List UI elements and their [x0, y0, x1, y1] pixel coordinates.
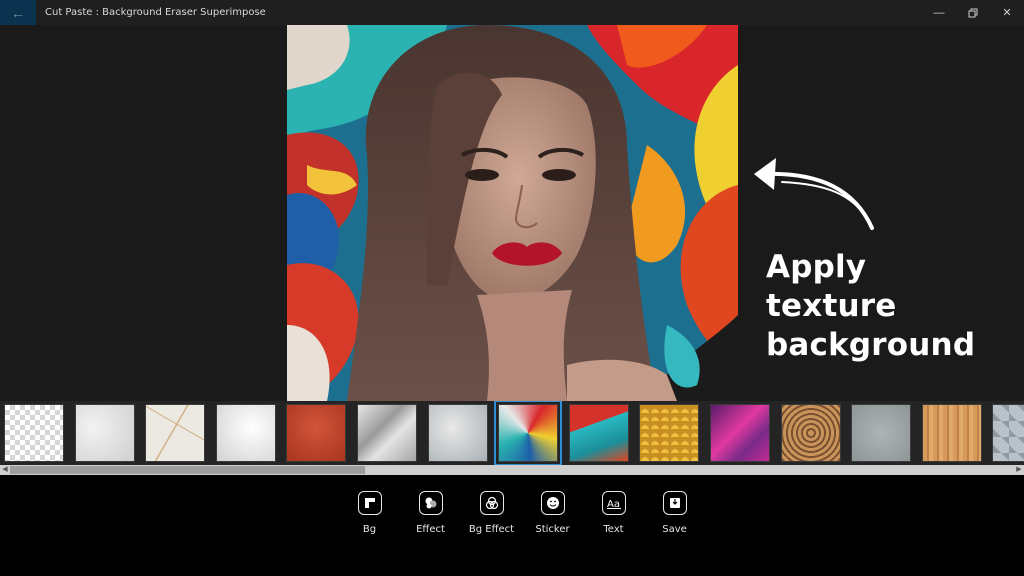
curved-arrow-icon: [754, 158, 874, 230]
save-icon: [662, 491, 687, 515]
minimize-button[interactable]: —: [922, 0, 956, 25]
texture-thumb-red-leather[interactable]: [286, 404, 347, 462]
window-title: Cut Paste : Background Eraser Superimpos…: [45, 7, 266, 18]
effect-icon: [418, 491, 443, 515]
texture-thumb-tree-rings[interactable]: [780, 404, 841, 462]
texture-list: [4, 401, 1024, 465]
bg-effect-icon: [479, 491, 504, 515]
arrow-left-icon: ←: [11, 4, 25, 21]
restore-icon: [968, 8, 978, 17]
tool-save-button[interactable]: Save: [644, 491, 705, 535]
texture-thumb-red-teal-paint[interactable]: [568, 404, 629, 462]
back-button[interactable]: ←: [0, 0, 36, 25]
composited-photo: [287, 25, 738, 401]
texture-strip: [0, 401, 1024, 465]
texture-thumb-silver-texture[interactable]: [427, 404, 488, 462]
texture-thumb-pink-silk[interactable]: [709, 404, 770, 462]
title-bar: ← Cut Paste : Background Eraser Superimp…: [0, 0, 1024, 25]
texture-thumb-light-wood[interactable]: [921, 404, 982, 462]
texture-thumb-gold-scales[interactable]: [639, 404, 700, 462]
annotation-line-2: background: [766, 327, 976, 363]
sticker-icon: [540, 491, 565, 515]
tool-bg-effect-button[interactable]: Bg Effect: [461, 491, 522, 535]
texture-thumb-crumpled-paper[interactable]: [356, 404, 417, 462]
texture-thumb-white-plaster[interactable]: [74, 404, 135, 462]
tool-effect-button[interactable]: Effect: [400, 491, 461, 535]
texture-thumb-grey-stone[interactable]: [851, 404, 912, 462]
tool-label: Text: [603, 524, 624, 535]
annotation-line-1: Apply texture: [766, 249, 897, 324]
photo-canvas[interactable]: [287, 25, 738, 401]
window-controls: — ✕: [922, 0, 1024, 25]
tool-label: Bg Effect: [468, 524, 515, 535]
minimize-icon: —: [933, 6, 945, 19]
texture-thumb-fluid-paint[interactable]: [494, 401, 563, 465]
scroll-thumb[interactable]: [10, 466, 365, 474]
tool-label: Effect: [416, 524, 445, 535]
tool-label: Bg: [362, 524, 377, 535]
close-icon: ✕: [1002, 7, 1012, 19]
app-window: ← Cut Paste : Background Eraser Superimp…: [0, 0, 1024, 576]
bottom-toolbar: Bg Effect Bg Effect Sticker Aa Text Save: [0, 475, 1024, 576]
horizontal-scrollbar[interactable]: ◀ ▶: [0, 465, 1024, 475]
tool-label: Sticker: [535, 524, 570, 535]
annotation-caption: Apply texture background: [766, 248, 1006, 365]
scroll-left-icon[interactable]: ◀: [0, 465, 10, 475]
tool-text-button[interactable]: Aa Text: [583, 491, 644, 535]
texture-thumb-transparent[interactable]: [4, 404, 64, 462]
scroll-right-icon[interactable]: ▶: [1014, 465, 1024, 475]
tool-sticker-button[interactable]: Sticker: [522, 491, 583, 535]
close-button[interactable]: ✕: [990, 0, 1024, 25]
restore-button[interactable]: [956, 0, 990, 25]
texture-thumb-cracked-marble[interactable]: [145, 404, 206, 462]
tool-label: Save: [662, 524, 687, 535]
bg-icon: [357, 491, 382, 515]
text-icon: Aa: [601, 491, 626, 515]
tool-list: Bg Effect Bg Effect Sticker Aa Text Save: [339, 491, 705, 535]
tool-bg-button[interactable]: Bg: [339, 491, 400, 535]
texture-thumb-diamond-tiles[interactable]: [992, 404, 1024, 462]
texture-thumb-white-stucco[interactable]: [215, 404, 276, 462]
